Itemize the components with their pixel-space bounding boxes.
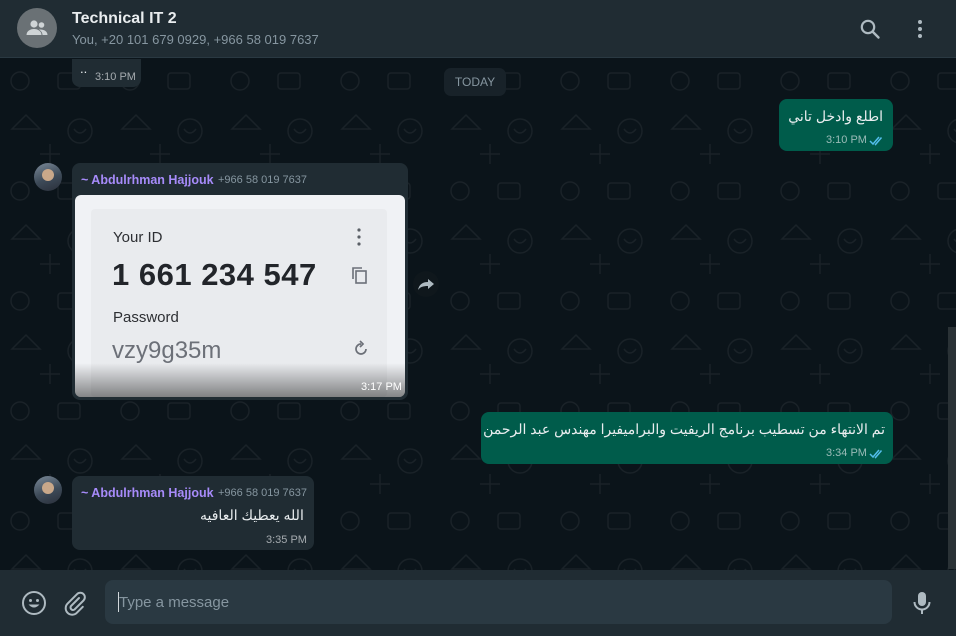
- composer-bar: [0, 570, 956, 636]
- sender-avatar[interactable]: [34, 476, 62, 504]
- message-text: تم الانتهاء من تسطيب برنامج الريفيت والب…: [483, 421, 885, 437]
- message-time: 3:17 PM: [361, 381, 402, 393]
- chat-header: Technical IT 2 You, +20 101 679 0929, +9…: [0, 0, 956, 58]
- more-vertical-icon[interactable]: [908, 17, 932, 41]
- message-bubble-incoming[interactable]: ~ Abdulrhman Hajjouk +966 58 019 7637 ال…: [72, 476, 314, 550]
- image-label-password: Password: [113, 309, 179, 326]
- double-check-icon: [869, 136, 883, 146]
- double-check-icon: [869, 449, 883, 459]
- group-avatar[interactable]: [17, 8, 57, 48]
- emoji-icon[interactable]: [21, 590, 47, 616]
- date-divider: TODAY: [444, 68, 506, 96]
- sender-name[interactable]: ~ Abdulrhman Hajjouk: [81, 173, 214, 187]
- sender-name[interactable]: ~ Abdulrhman Hajjouk: [81, 486, 214, 500]
- message-time: 3:10 PM: [826, 134, 867, 146]
- message-bubble-incoming[interactable]: .. 3:10 PM: [72, 59, 141, 87]
- message-text: الله يعطيك العافيه: [200, 507, 304, 523]
- message-time: 3:10 PM: [95, 71, 136, 83]
- image-label-id: Your ID: [113, 229, 163, 246]
- chat-scrollbar[interactable]: [948, 327, 956, 569]
- forward-button[interactable]: [413, 271, 439, 297]
- message-bubble-outgoing[interactable]: تم الانتهاء من تسطيب برنامج الريفيت والب…: [481, 412, 893, 464]
- paperclip-icon[interactable]: [62, 590, 88, 616]
- image-id-value: 1 661 234 547: [112, 257, 317, 292]
- message-text: اطلع وادخل تاني: [788, 108, 883, 124]
- chat-participants[interactable]: You, +20 101 679 0929, +966 58 019 7637: [72, 32, 319, 47]
- search-icon[interactable]: [858, 17, 882, 41]
- message-time: 3:34 PM: [826, 447, 867, 459]
- text-caret: [118, 592, 119, 612]
- more-vertical-icon: [357, 228, 361, 246]
- message-input[interactable]: [105, 580, 892, 624]
- forward-icon: [418, 279, 434, 290]
- copy-icon: [352, 267, 367, 284]
- message-bubble-outgoing[interactable]: اطلع وادخل تاني 3:10 PM: [779, 99, 893, 151]
- chat-title[interactable]: Technical IT 2: [72, 10, 177, 28]
- image-password-value: vzy9g35m: [112, 337, 222, 364]
- sender-avatar[interactable]: [34, 163, 62, 191]
- image-attachment[interactable]: Your ID 1 661 234 547 Password vzy9g35m …: [75, 195, 405, 397]
- message-text: ..: [80, 61, 88, 76]
- chat-area[interactable]: .. 3:10 PM TODAY اطلع وادخل تاني 3:10 PM…: [0, 59, 956, 570]
- sender-phone: +966 58 019 7637: [218, 174, 308, 186]
- refresh-icon: [355, 340, 367, 355]
- group-avatar-icon: [26, 20, 48, 35]
- image-shade: [75, 363, 405, 397]
- microphone-icon[interactable]: [909, 590, 935, 616]
- sender-phone: +966 58 019 7637: [218, 487, 308, 499]
- message-time: 3:35 PM: [266, 534, 307, 546]
